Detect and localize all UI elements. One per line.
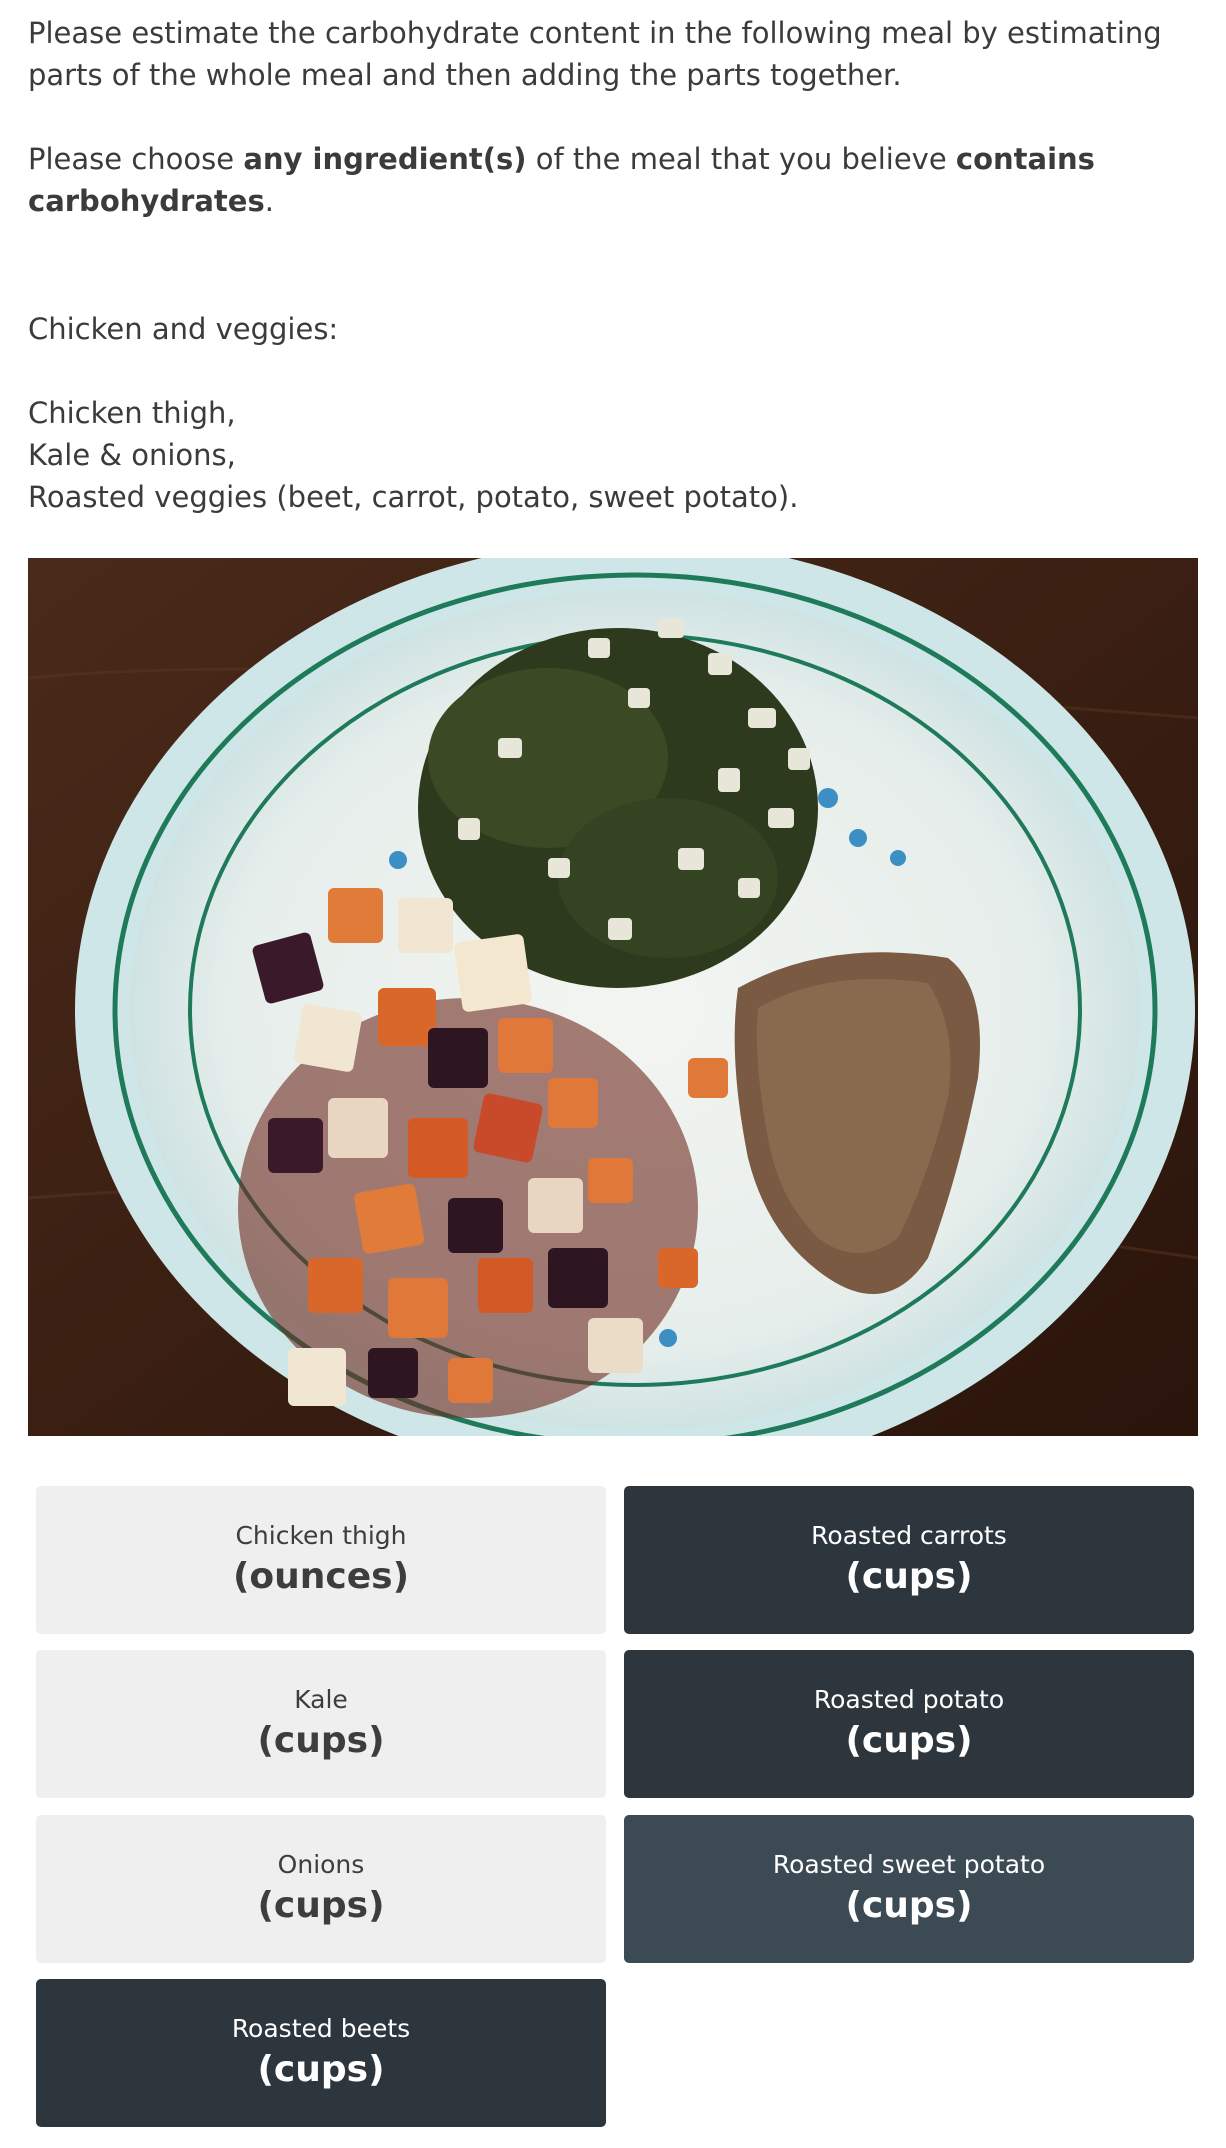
choice-onions[interactable]: Onions (cups) bbox=[36, 1815, 606, 1963]
instruction-line-2-mid: of the meal that you believe bbox=[526, 142, 956, 176]
instruction-line-2-end: . bbox=[264, 184, 274, 218]
choice-unit: (ounces) bbox=[232, 1556, 410, 1597]
choice-roasted-potato[interactable]: Roasted potato (cups) bbox=[624, 1650, 1194, 1798]
meal-items: Chicken thigh, Kale & onions, Roasted ve… bbox=[28, 392, 798, 518]
meal-photo bbox=[28, 558, 1198, 1436]
choice-name: Roasted sweet potato bbox=[772, 1850, 1046, 1879]
meal-heading: Chicken and veggies: bbox=[28, 312, 339, 346]
meal-item: Chicken thigh, bbox=[28, 396, 236, 430]
instruction-line-2-pre: Please choose bbox=[28, 142, 244, 176]
choice-roasted-beets[interactable]: Roasted beets (cups) bbox=[36, 1979, 606, 2127]
choice-roasted-sweet-potato[interactable]: Roasted sweet potato (cups) bbox=[624, 1815, 1194, 1963]
choice-unit: (cups) bbox=[845, 1556, 973, 1597]
choice-roasted-carrots[interactable]: Roasted carrots (cups) bbox=[624, 1486, 1194, 1634]
choice-kale[interactable]: Kale (cups) bbox=[36, 1650, 606, 1798]
choice-name: Roasted carrots bbox=[811, 1521, 1007, 1550]
choice-name: Roasted potato bbox=[813, 1685, 1005, 1714]
meal-item: Roasted veggies (beet, carrot, potato, s… bbox=[28, 480, 799, 514]
choice-unit: (cups) bbox=[257, 1885, 385, 1926]
choice-unit: (cups) bbox=[257, 1720, 385, 1761]
choice-name: Chicken thigh bbox=[235, 1521, 407, 1550]
choice-name: Onions bbox=[277, 1850, 365, 1879]
instruction-line-2: Please choose any ingredient(s) of the m… bbox=[28, 138, 1198, 222]
choice-unit: (cups) bbox=[845, 1885, 973, 1926]
choice-chicken-thigh[interactable]: Chicken thigh (ounces) bbox=[36, 1486, 606, 1634]
meal-item: Kale & onions, bbox=[28, 438, 236, 472]
choice-name: Kale bbox=[294, 1685, 348, 1714]
choice-unit: (cups) bbox=[845, 1720, 973, 1761]
choice-name: Roasted beets bbox=[231, 2014, 411, 2043]
choice-unit: (cups) bbox=[257, 2049, 385, 2090]
instruction-emphasis-ingredients: any ingredient(s) bbox=[243, 142, 527, 176]
instruction-line-1: Please estimate the carbohydrate content… bbox=[28, 16, 1162, 92]
